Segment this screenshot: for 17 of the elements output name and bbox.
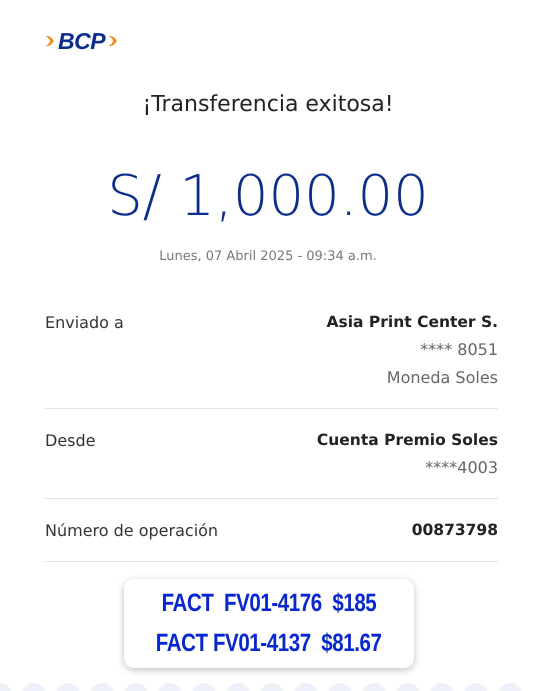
chevron-icon [45,33,55,49]
detail-value: **** 8051 [420,338,498,361]
detail-label: Número de operación [45,520,218,542]
note-text: FACT FV01-4176 $185 [162,588,376,619]
transfer-datetime: Lunes, 07 Abril 2025 - 09:34 a.m. [158,248,378,266]
detail-label: Desde [45,430,96,452]
success-title: ¡Transferencia exitosa! [141,91,395,119]
logo-text: BCP [58,30,106,52]
amount: S/ 1,000.00 [106,169,430,225]
detail-label: Enviado a [45,312,124,334]
chevron-icon [108,33,118,49]
note-text: FACT FV01-4137 $81.67 [156,628,382,658]
detail-value: Moneda Soles [386,366,498,389]
detail-value: 00873798 [412,520,498,541]
detail-value: Cuenta Premio Soles [316,430,498,451]
detail-value: Asia Print Center S. [326,312,498,332]
detail-value: ****4003 [425,457,498,479]
